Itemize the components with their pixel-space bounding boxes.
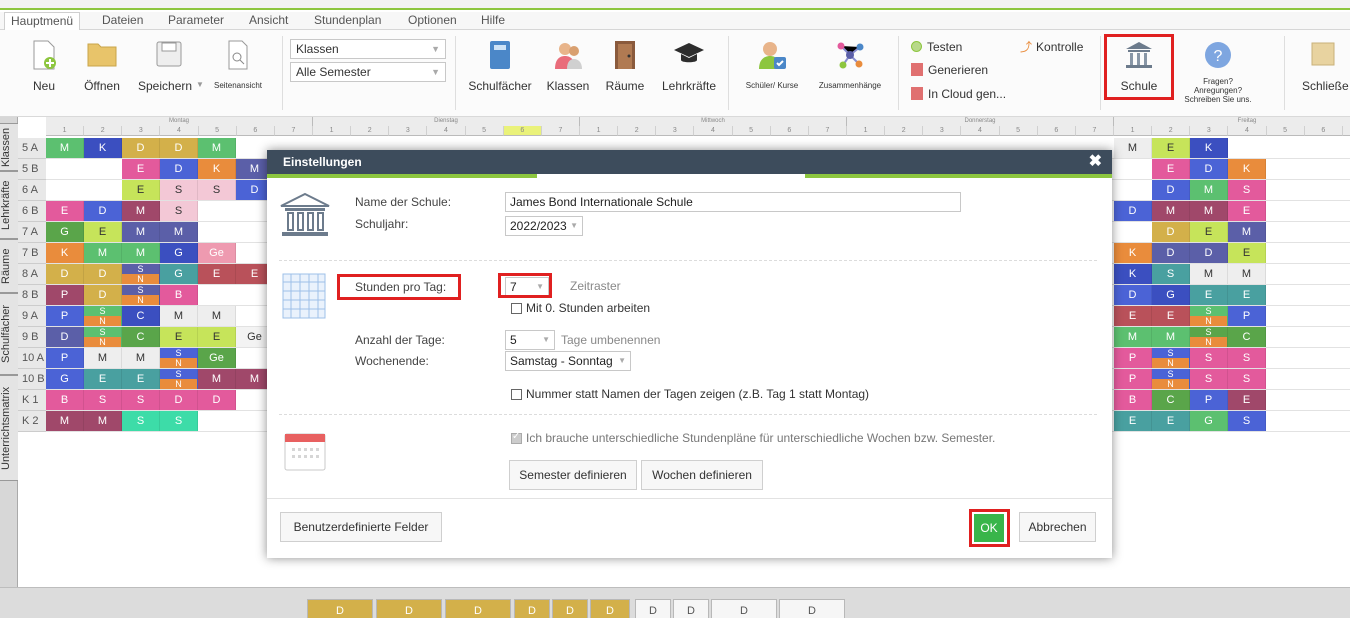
different-plans-label: Ich brauche unterschiedliche Stundenplän… bbox=[526, 431, 996, 445]
days-count-select[interactable]: 5 ▼ bbox=[505, 330, 555, 350]
days-count-value: 5 bbox=[510, 333, 517, 347]
ok-button[interactable]: OK bbox=[974, 514, 1004, 542]
chevron-down-icon: ▼ bbox=[536, 282, 544, 291]
custom-fields-button[interactable]: Benutzerdefinierte Felder bbox=[280, 512, 442, 542]
chevron-down-icon: ▼ bbox=[542, 335, 550, 344]
define-semester-button[interactable]: Semester definieren bbox=[509, 460, 637, 490]
days-count-label: Anzahl der Tage: bbox=[355, 333, 445, 347]
settings-dialog: Einstellungen ✖ Name der Schule: James Bo… bbox=[267, 150, 1112, 558]
footer-divider bbox=[267, 498, 1112, 499]
zero-lesson-label: Mit 0. Stunden arbeiten bbox=[526, 301, 651, 315]
calendar-icon bbox=[284, 433, 326, 471]
number-days-label: Nummer statt Namen der Tagen zeigen (z.B… bbox=[526, 387, 870, 401]
chevron-down-icon: ▼ bbox=[570, 221, 578, 230]
weekend-select[interactable]: Samstag - Sonntag ▼ bbox=[505, 351, 631, 371]
checkbox-box[interactable] bbox=[511, 430, 522, 444]
checkbox-box[interactable] bbox=[511, 389, 522, 400]
zero-lesson-checkbox[interactable]: Mit 0. Stunden arbeiten bbox=[511, 301, 650, 315]
header-accent-right bbox=[805, 174, 1112, 178]
calendar-grid-icon bbox=[282, 273, 326, 319]
divider bbox=[279, 414, 1097, 415]
header-accent-left bbox=[267, 174, 537, 178]
divider bbox=[279, 260, 1097, 261]
school-building-icon bbox=[280, 192, 330, 236]
number-days-checkbox[interactable]: Nummer statt Namen der Tagen zeigen (z.B… bbox=[511, 387, 869, 401]
chevron-down-icon: ▼ bbox=[618, 356, 626, 365]
school-year-select[interactable]: 2022/2023 ▼ bbox=[505, 216, 583, 236]
different-plans-checkbox[interactable]: Ich brauche unterschiedliche Stundenplän… bbox=[511, 430, 996, 445]
weekend-value: Samstag - Sonntag bbox=[510, 354, 613, 368]
lessons-per-day-label: Stunden pro Tag: bbox=[355, 280, 447, 294]
school-name-input[interactable]: James Bond Internationale Schule bbox=[505, 192, 961, 212]
lessons-per-day-value: 7 bbox=[510, 280, 517, 294]
close-icon[interactable]: ✖ bbox=[1089, 150, 1102, 174]
dialog-header: Einstellungen ✖ bbox=[267, 150, 1112, 174]
cancel-button[interactable]: Abbrechen bbox=[1019, 512, 1096, 542]
school-year-value: 2022/2023 bbox=[510, 219, 567, 233]
weekend-label: Wochenende: bbox=[355, 354, 429, 368]
school-name-label: Name der Schule: bbox=[355, 195, 452, 209]
modal-overlay: Einstellungen ✖ Name der Schule: James Bo… bbox=[0, 0, 1350, 618]
rename-days-link[interactable]: Tage umbenennen bbox=[561, 333, 660, 347]
app-window: Hauptmenü Dateien Parameter Ansicht Stun… bbox=[0, 0, 1350, 618]
dialog-title: Einstellungen bbox=[283, 155, 362, 169]
lessons-per-day-select[interactable]: 7 ▼ bbox=[505, 277, 549, 297]
define-weeks-button[interactable]: Wochen definieren bbox=[641, 460, 763, 490]
school-year-label: Schuljahr: bbox=[355, 217, 409, 231]
time-grid-link[interactable]: Zeitraster bbox=[570, 279, 621, 293]
checkbox-box[interactable] bbox=[511, 303, 522, 314]
